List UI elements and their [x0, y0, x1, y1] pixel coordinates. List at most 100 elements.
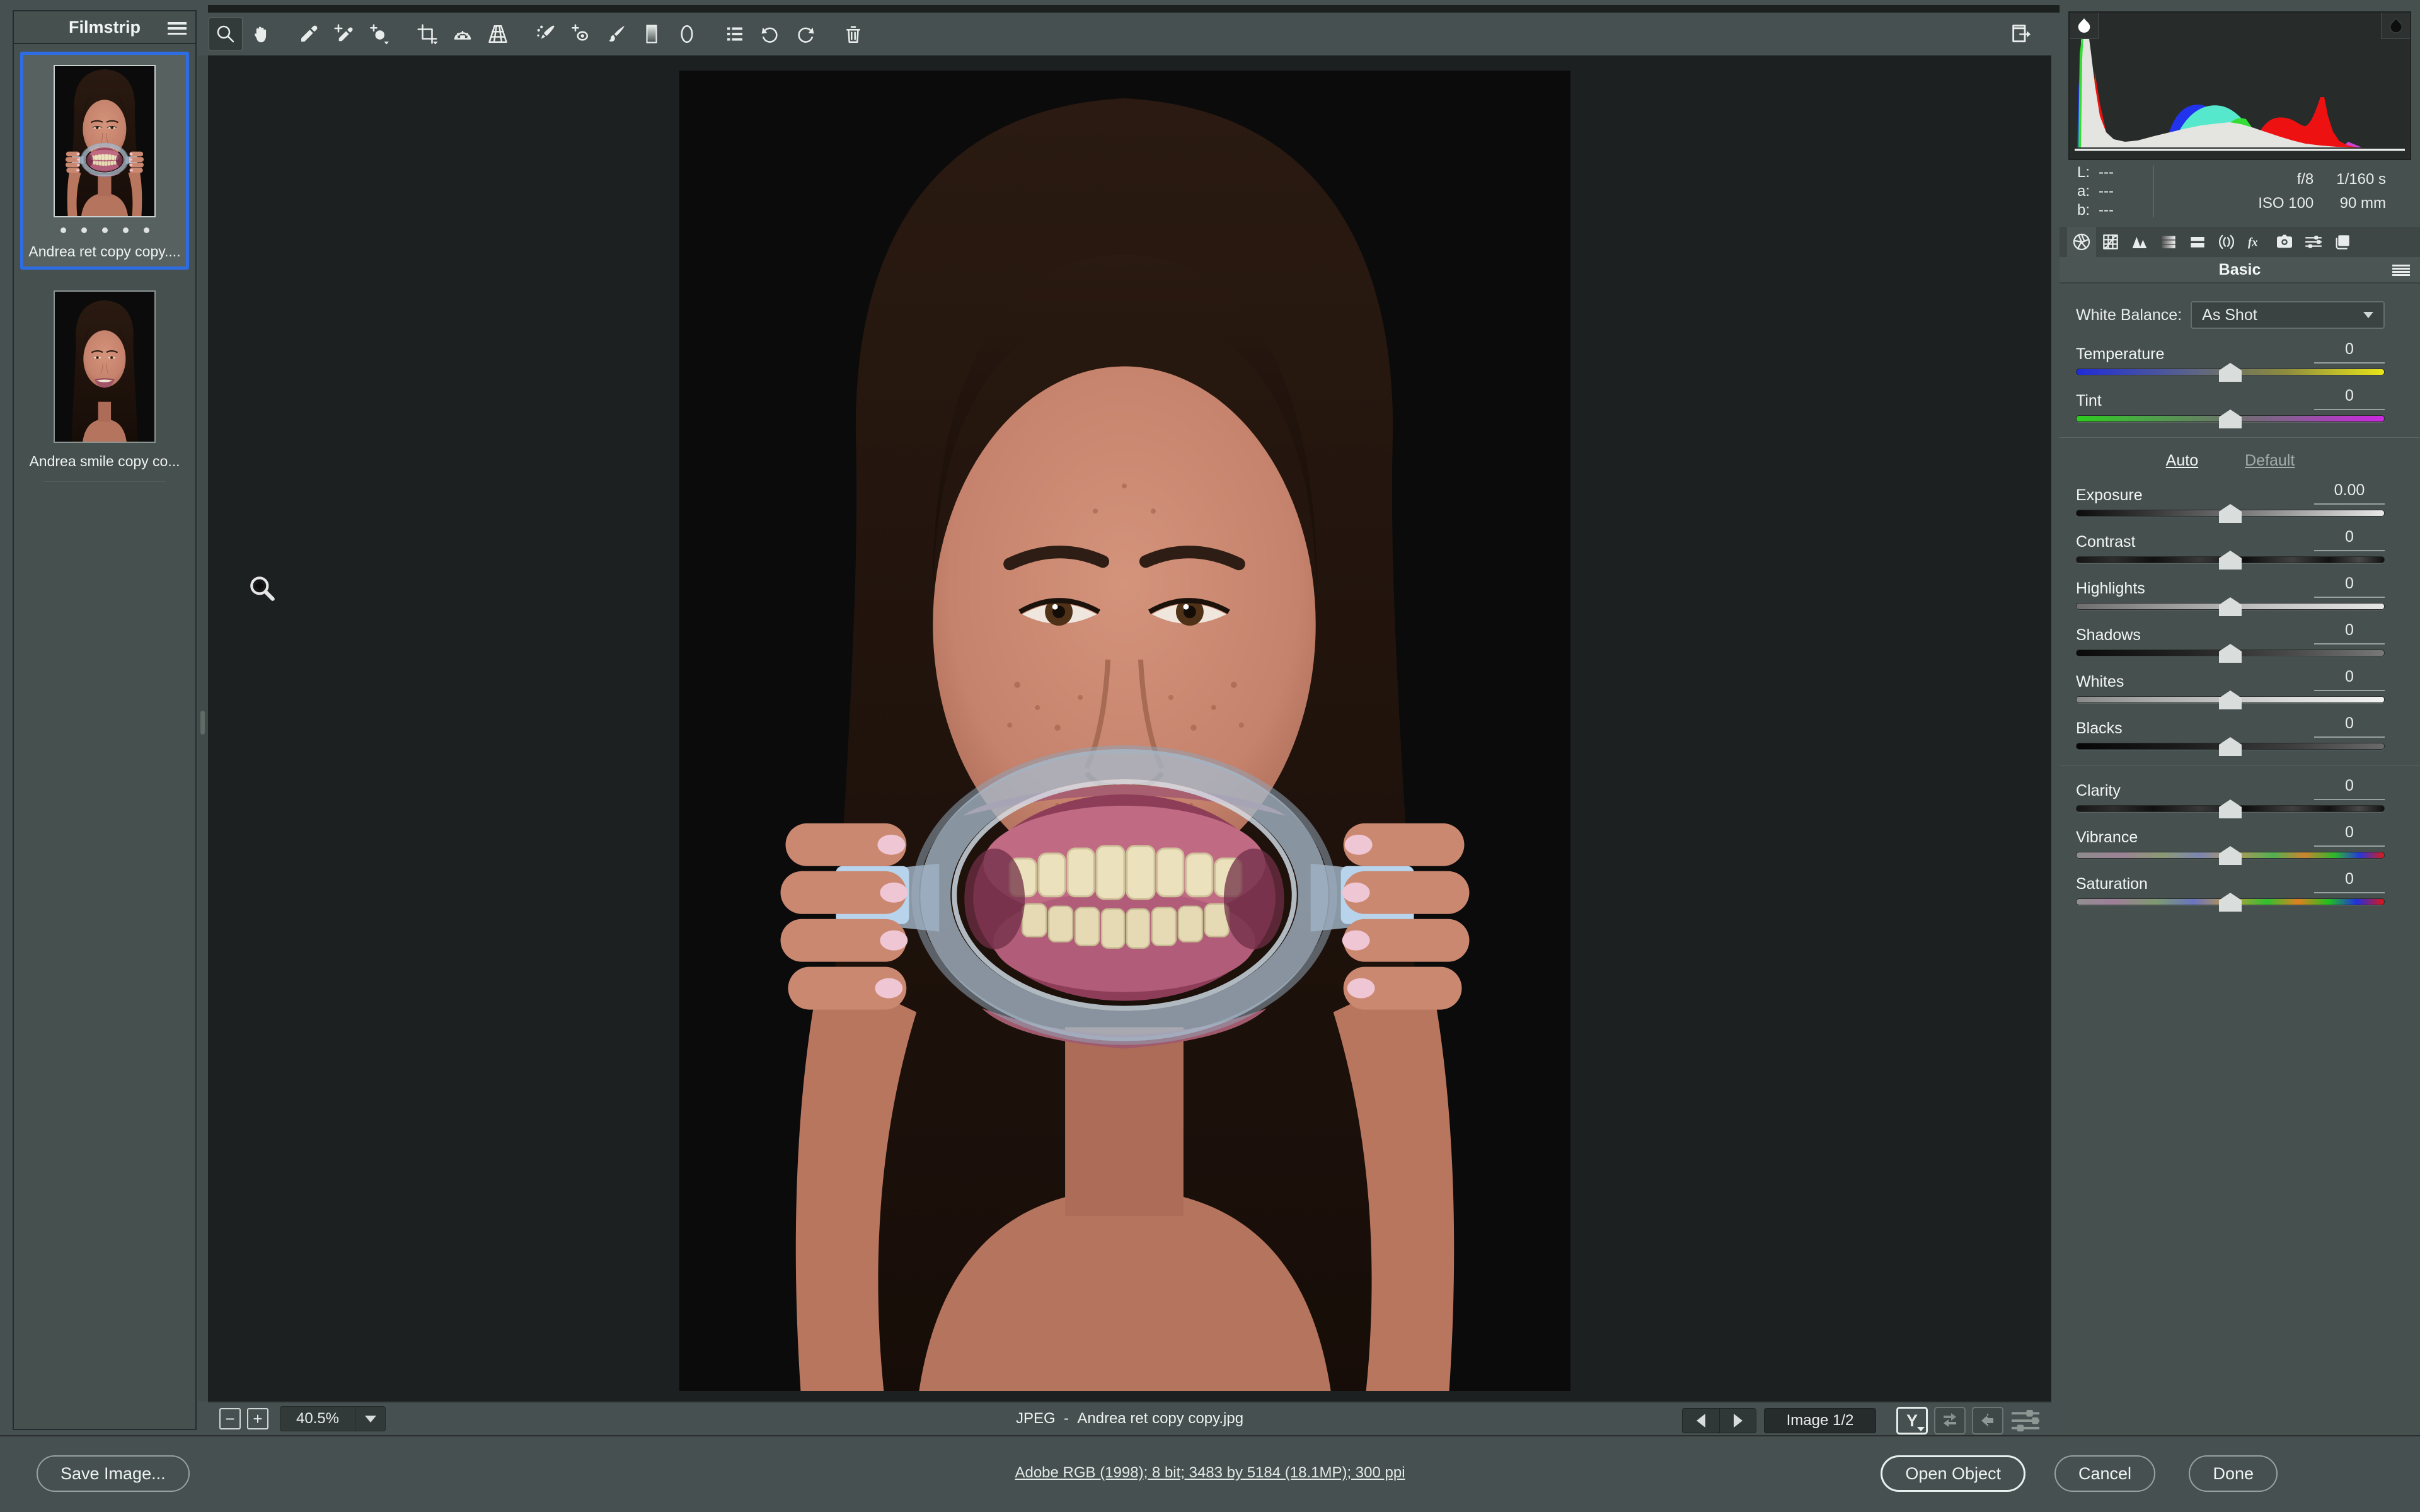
- whites-slider[interactable]: [2076, 696, 2385, 703]
- image-nav: [1682, 1408, 1756, 1433]
- tab-tone-curve[interactable]: [2096, 227, 2125, 257]
- filmstrip-scrollbar[interactable]: [198, 55, 208, 1401]
- workflow-options-link[interactable]: Adobe RGB (1998); 8 bit; 3483 by 5184 (1…: [1015, 1464, 1405, 1481]
- targeted-adjustment-icon[interactable]: [362, 17, 396, 51]
- rotate-right-icon[interactable]: [788, 17, 822, 51]
- graduated-filter-icon[interactable]: [635, 17, 669, 51]
- cancel-button[interactable]: Cancel: [2054, 1455, 2155, 1492]
- basic-panel-body: White Balance: As Shot Temperature0 Tint…: [2060, 284, 2420, 905]
- slider-value-field[interactable]: 0: [2314, 621, 2385, 644]
- white-balance-select[interactable]: As Shot: [2191, 301, 2385, 329]
- copy-settings-button[interactable]: [1972, 1407, 2003, 1435]
- histogram-plot: [2072, 28, 2407, 156]
- auto-link[interactable]: Auto: [2166, 452, 2198, 470]
- red-eye-tool-icon[interactable]: [564, 17, 598, 51]
- tab-lens-corrections[interactable]: [2212, 227, 2241, 257]
- shadow-clipping-indicator[interactable]: [2070, 13, 2099, 39]
- toggle-fullscreen-icon[interactable]: [2005, 17, 2039, 51]
- hand-tool-icon[interactable]: [244, 17, 278, 51]
- filmstrip-item-1[interactable]: Andrea ret copy copy....: [20, 52, 189, 270]
- photo-preview[interactable]: [679, 71, 1570, 1391]
- blacks-slider[interactable]: [2076, 743, 2385, 750]
- slider-thumb[interactable]: [2219, 737, 2242, 756]
- tab-basic[interactable]: [2067, 227, 2096, 257]
- zoom-out-button[interactable]: −: [219, 1408, 241, 1429]
- saturation-slider[interactable]: [2076, 898, 2385, 905]
- trash-icon[interactable]: [836, 17, 870, 51]
- exposure-slider[interactable]: [2076, 510, 2385, 517]
- slider-highlights: Highlights0: [2076, 575, 2385, 610]
- filmstrip-scrollbar-thumb[interactable]: [200, 711, 205, 735]
- tab-hsl-grayscale[interactable]: [2154, 227, 2183, 257]
- tab-effects[interactable]: fx: [2241, 227, 2270, 257]
- aperture-value: f/8: [2258, 171, 2313, 188]
- toggle-settings-icon[interactable]: [2010, 1407, 2041, 1435]
- transform-tool-icon[interactable]: [481, 17, 515, 51]
- highlights-slider[interactable]: [2076, 603, 2385, 610]
- filmstrip-item-2[interactable]: Andrea smile copy co...: [20, 277, 189, 491]
- slider-thumb[interactable]: [2219, 893, 2242, 912]
- slider-thumb[interactable]: [2219, 690, 2242, 709]
- slider-thumb[interactable]: [2219, 644, 2242, 663]
- slider-thumb[interactable]: [2219, 846, 2242, 865]
- rating-dots[interactable]: [27, 227, 182, 233]
- preferences-list-icon[interactable]: [718, 17, 752, 51]
- vibrance-slider[interactable]: [2076, 852, 2385, 859]
- slider-value-field[interactable]: 0: [2314, 340, 2385, 364]
- temperature-slider[interactable]: [2076, 369, 2385, 375]
- tab-detail[interactable]: [2125, 227, 2154, 257]
- slider-thumb[interactable]: [2219, 799, 2242, 818]
- slider-value-field[interactable]: 0: [2314, 777, 2385, 800]
- image-canvas[interactable]: [208, 55, 2051, 1401]
- previous-image-button[interactable]: [1683, 1409, 1719, 1433]
- done-button[interactable]: Done: [2189, 1455, 2278, 1492]
- tab-camera-calibration[interactable]: [2270, 227, 2299, 257]
- slider-value-field[interactable]: 0: [2314, 528, 2385, 551]
- zoom-tool-icon[interactable]: [209, 17, 243, 51]
- chevron-down-icon: [1917, 1427, 1925, 1431]
- slider-thumb[interactable]: [2219, 551, 2242, 570]
- radial-filter-icon[interactable]: [670, 17, 704, 51]
- slider-thumb[interactable]: [2219, 597, 2242, 616]
- histogram[interactable]: [2068, 11, 2411, 160]
- rotate-left-icon[interactable]: [753, 17, 787, 51]
- shadows-slider[interactable]: [2076, 650, 2385, 656]
- filmstrip-menu-icon[interactable]: [168, 22, 187, 35]
- slider-value-field[interactable]: 0: [2314, 823, 2385, 847]
- slider-thumb[interactable]: [2219, 504, 2242, 523]
- tab-snapshots[interactable]: [2328, 227, 2357, 257]
- slider-value-field[interactable]: 0.00: [2314, 481, 2385, 505]
- next-image-button[interactable]: [1719, 1409, 1756, 1433]
- thumbnail-smile[interactable]: [54, 290, 156, 443]
- slider-value-field[interactable]: 0: [2314, 714, 2385, 738]
- color-sampler-icon[interactable]: [327, 17, 361, 51]
- adjustment-brush-icon[interactable]: [599, 17, 633, 51]
- zoom-in-button[interactable]: +: [247, 1408, 268, 1429]
- tab-split-toning[interactable]: [2183, 227, 2212, 257]
- highlight-clipping-indicator[interactable]: [2381, 13, 2410, 39]
- before-after-view-button[interactable]: Y: [1896, 1407, 1928, 1435]
- spot-removal-icon[interactable]: [529, 17, 563, 51]
- straighten-tool-icon[interactable]: [446, 17, 480, 51]
- clarity-slider[interactable]: [2076, 805, 2385, 812]
- crop-tool-icon[interactable]: [410, 17, 444, 51]
- contrast-slider[interactable]: [2076, 556, 2385, 563]
- slider-value-field[interactable]: 0: [2314, 668, 2385, 691]
- slider-value-field[interactable]: 0: [2314, 870, 2385, 893]
- white-balance-eyedropper-icon[interactable]: [292, 17, 326, 51]
- slider-value-field[interactable]: 0: [2314, 387, 2385, 410]
- toolbar: [208, 13, 2051, 55]
- slider-thumb[interactable]: [2219, 363, 2242, 382]
- swap-before-after-button[interactable]: [1934, 1407, 1966, 1435]
- slider-thumb[interactable]: [2219, 410, 2242, 428]
- thumbnail-retractor[interactable]: [54, 65, 156, 217]
- tab-presets[interactable]: [2299, 227, 2328, 257]
- lab-readout: L:--- a:--- b:---: [2077, 163, 2143, 220]
- open-object-button[interactable]: Open Object: [1881, 1455, 2025, 1492]
- default-link[interactable]: Default: [2245, 452, 2295, 470]
- zoom-level-select[interactable]: 40.5%: [280, 1406, 386, 1431]
- filmstrip-header: Filmstrip: [14, 11, 195, 44]
- tint-slider[interactable]: [2076, 415, 2385, 422]
- panel-menu-icon[interactable]: [2392, 265, 2410, 276]
- slider-value-field[interactable]: 0: [2314, 575, 2385, 598]
